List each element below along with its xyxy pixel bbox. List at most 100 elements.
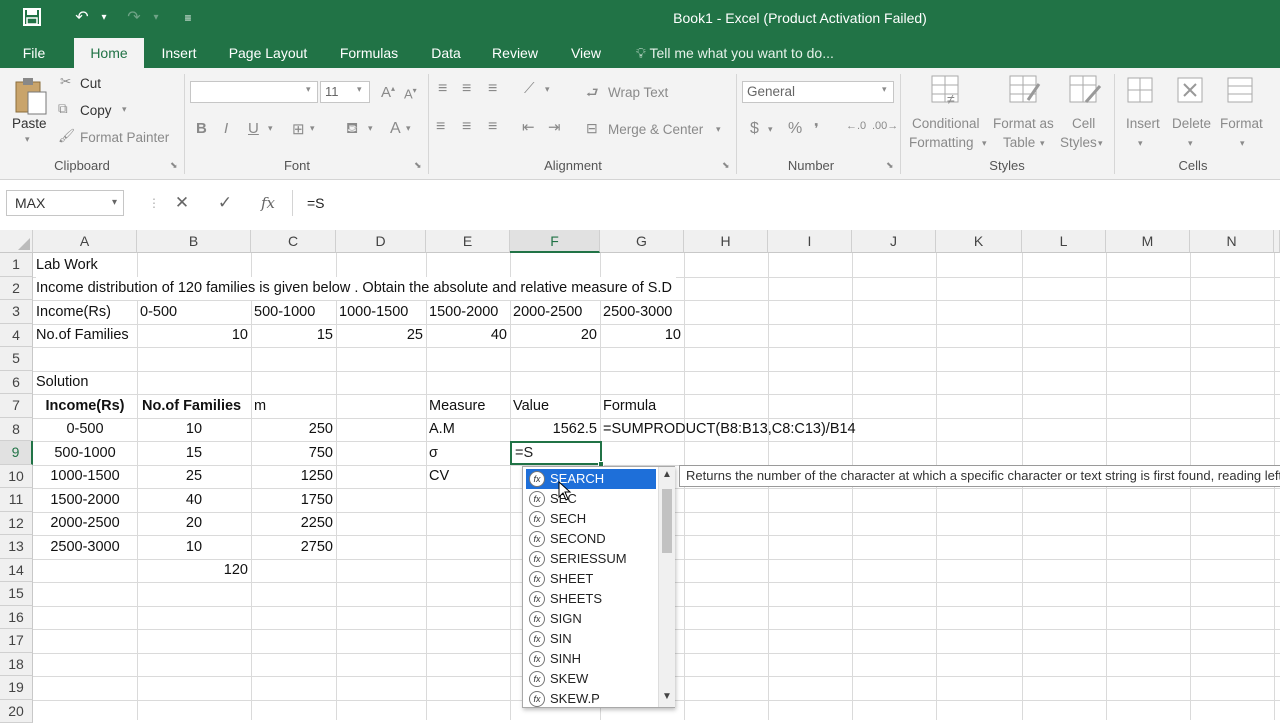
cell-a6[interactable]: Solution	[36, 371, 88, 394]
number-launcher-icon[interactable]: ⬊	[886, 160, 894, 171]
cell-c9[interactable]: 750	[251, 442, 333, 465]
scroll-up-icon[interactable]: ▲	[662, 469, 672, 480]
fill-color-dropdown-icon[interactable]: ▾	[368, 123, 373, 134]
cell-c13[interactable]: 2750	[251, 536, 333, 559]
row-header-11[interactable]: 11	[0, 488, 33, 512]
cell-b3[interactable]: 0-500	[140, 301, 177, 324]
increase-decimal-icon[interactable]: ←.0	[846, 120, 866, 132]
scroll-down-icon[interactable]: ▼	[662, 691, 672, 702]
wrap-text-button[interactable]: Wrap Text	[608, 85, 668, 100]
decrease-indent-icon[interactable]: ⇤	[522, 118, 535, 136]
row-header-4[interactable]: 4	[0, 324, 33, 348]
format-cells-button[interactable]: Format	[1220, 116, 1263, 131]
conditional-formatting-button-line2[interactable]: Formatting	[909, 135, 974, 150]
font-launcher-icon[interactable]: ⬊	[414, 160, 422, 171]
align-left-icon[interactable]: ≡	[436, 118, 445, 136]
cell-e9[interactable]: σ	[429, 442, 438, 465]
format-cells-icon[interactable]	[1226, 74, 1256, 109]
column-header-l[interactable]: L	[1022, 230, 1106, 253]
column-header-c[interactable]: C	[251, 230, 336, 253]
insert-cells-button[interactable]: Insert	[1126, 116, 1160, 131]
paste-icon[interactable]	[14, 76, 48, 121]
column-header-a[interactable]: A	[33, 230, 137, 253]
row-header-16[interactable]: 16	[0, 606, 33, 630]
column-header-i[interactable]: I	[768, 230, 852, 253]
insert-cells-icon[interactable]	[1126, 74, 1156, 109]
autocomplete-item-sin[interactable]: fxSIN	[526, 629, 656, 649]
tell-me-box[interactable]: 💡︎ Tell me what you want to do...	[636, 38, 834, 68]
cell-a3[interactable]: Income(Rs)	[36, 301, 111, 324]
align-right-icon[interactable]: ≡	[488, 118, 497, 136]
orientation-dropdown-icon[interactable]: ▾	[545, 84, 550, 95]
cell-b7[interactable]: No.of Families	[142, 395, 241, 418]
conditional-formatting-icon[interactable]: ≠	[930, 74, 964, 111]
cell-a9[interactable]: 500-1000	[33, 442, 137, 465]
cell-c11[interactable]: 1750	[251, 489, 333, 512]
cut-icon[interactable]: ✂	[60, 74, 71, 90]
row-header-5[interactable]: 5	[0, 347, 33, 371]
tab-home[interactable]: Home	[74, 38, 144, 68]
cell-g4[interactable]: 10	[600, 324, 681, 347]
number-format-box[interactable]: General	[742, 81, 894, 103]
autocomplete-item-skew-p[interactable]: fxSKEW.P	[526, 689, 656, 709]
copy-button[interactable]: Copy	[80, 103, 112, 118]
autocomplete-item-skew[interactable]: fxSKEW	[526, 669, 656, 689]
autocomplete-item-sheet[interactable]: fxSHEET	[526, 569, 656, 589]
autocomplete-item-seriessum[interactable]: fxSERIESSUM	[526, 549, 656, 569]
name-box[interactable]: MAX▾	[6, 190, 124, 216]
tab-page-layout[interactable]: Page Layout	[220, 38, 316, 68]
row-header-10[interactable]: 10	[0, 465, 33, 489]
enter-button[interactable]: ✓	[211, 190, 239, 216]
row-header-7[interactable]: 7	[0, 394, 33, 418]
column-header-h[interactable]: H	[684, 230, 768, 253]
column-header-e[interactable]: E	[426, 230, 510, 253]
cell-g7[interactable]: Formula	[603, 395, 656, 418]
row-header-15[interactable]: 15	[0, 582, 33, 606]
row-header-14[interactable]: 14	[0, 559, 33, 583]
delete-cells-button[interactable]: Delete	[1172, 116, 1211, 131]
cell-b8[interactable]: 10	[137, 418, 251, 441]
font-size-dropdown-icon[interactable]: ▾	[357, 84, 362, 95]
decrease-decimal-icon[interactable]: .00→	[872, 120, 898, 132]
cell-b13[interactable]: 10	[137, 536, 251, 559]
name-box-dropdown-icon[interactable]: ▾	[112, 191, 117, 215]
cell-c7[interactable]: m	[254, 395, 266, 418]
row-header-20[interactable]: 20	[0, 700, 33, 723]
cell-g8[interactable]: =SUMPRODUCT(B8:B13,C8:C13)/B14	[603, 418, 856, 441]
cell-styles-dropdown-icon[interactable]: ▾	[1098, 138, 1103, 149]
column-header-f[interactable]: F	[510, 230, 600, 253]
autocomplete-item-search[interactable]: fxSEARCH	[526, 469, 656, 489]
cell-c4[interactable]: 15	[251, 324, 333, 347]
cell-b4[interactable]: 10	[137, 324, 248, 347]
delete-dropdown-icon[interactable]: ▾	[1188, 138, 1193, 149]
row-header-19[interactable]: 19	[0, 676, 33, 700]
column-header-b[interactable]: B	[137, 230, 251, 253]
autocomplete-item-sinh[interactable]: fxSINH	[526, 649, 656, 669]
conditional-dropdown-icon[interactable]: ▾	[982, 138, 987, 149]
row-header-17[interactable]: 17	[0, 629, 33, 653]
cell-b12[interactable]: 20	[137, 512, 251, 535]
cell-a2[interactable]: Income distribution of 120 families is g…	[36, 277, 676, 300]
font-size-box[interactable]: 11	[320, 81, 370, 103]
cell-e8[interactable]: A.M	[429, 418, 455, 441]
cell-f3[interactable]: 2000-2500	[513, 301, 582, 324]
number-format-dropdown-icon[interactable]: ▾	[882, 84, 887, 95]
cell-b10[interactable]: 25	[137, 465, 251, 488]
select-all-button[interactable]	[0, 230, 33, 253]
copy-dropdown-icon[interactable]: ▾	[122, 104, 127, 115]
cut-button[interactable]: Cut	[80, 76, 101, 91]
row-header-12[interactable]: 12	[0, 512, 33, 536]
cell-styles-icon[interactable]	[1068, 74, 1102, 111]
bottom-align-icon[interactable]: ≡	[488, 80, 497, 98]
cell-b9[interactable]: 15	[137, 442, 251, 465]
underline-dropdown-icon[interactable]: ▾	[268, 123, 273, 134]
clipboard-launcher-icon[interactable]: ⬊	[170, 160, 178, 171]
cell-styles-button-line2[interactable]: Styles	[1060, 135, 1097, 150]
cell-a8[interactable]: 0-500	[33, 418, 137, 441]
conditional-formatting-button[interactable]: Conditional	[912, 116, 980, 131]
borders-dropdown-icon[interactable]: ▾	[310, 123, 315, 134]
autocomplete-item-sheets[interactable]: fxSHEETS	[526, 589, 656, 609]
cell-a1[interactable]: Lab Work	[36, 254, 98, 277]
currency-dropdown-icon[interactable]: ▾	[768, 124, 773, 135]
shrink-font-icon[interactable]: A▾	[404, 86, 417, 101]
